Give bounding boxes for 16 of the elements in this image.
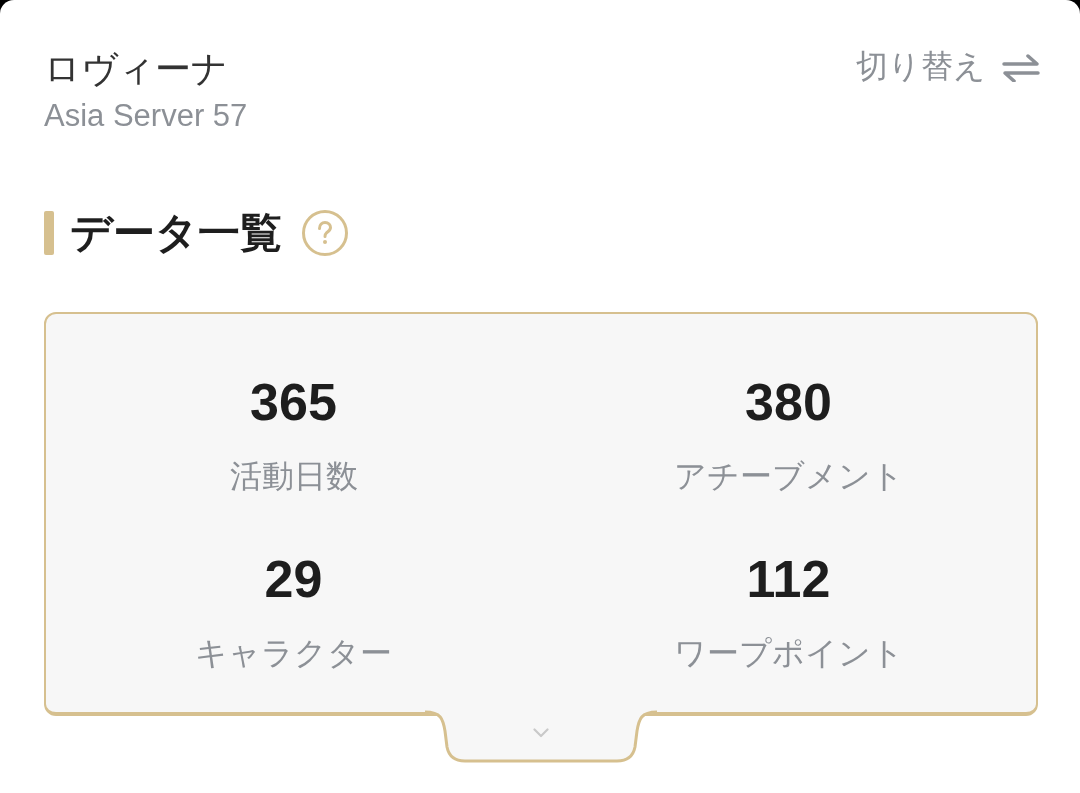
section-title: データ一覧: [70, 210, 282, 256]
stat-value: 29: [264, 549, 323, 610]
server-name: Asia Server 57: [44, 97, 248, 135]
stat-value: 365: [250, 372, 337, 433]
stat-value: 380: [745, 372, 832, 433]
stat-label: ワープポイント: [673, 634, 904, 673]
help-icon[interactable]: [302, 210, 348, 256]
stat-label: アチーブメント: [673, 457, 904, 496]
character-name: ロヴィーナ: [44, 47, 229, 91]
stat-label: 活動日数: [229, 457, 358, 496]
stat-value: 112: [746, 549, 831, 610]
switch-button[interactable]: 切り替え: [856, 46, 1040, 86]
stat-label: キャラクター: [195, 634, 392, 673]
chevron-down-icon: [533, 728, 549, 738]
accent-bar: [44, 211, 54, 255]
expand-button[interactable]: [425, 709, 657, 763]
